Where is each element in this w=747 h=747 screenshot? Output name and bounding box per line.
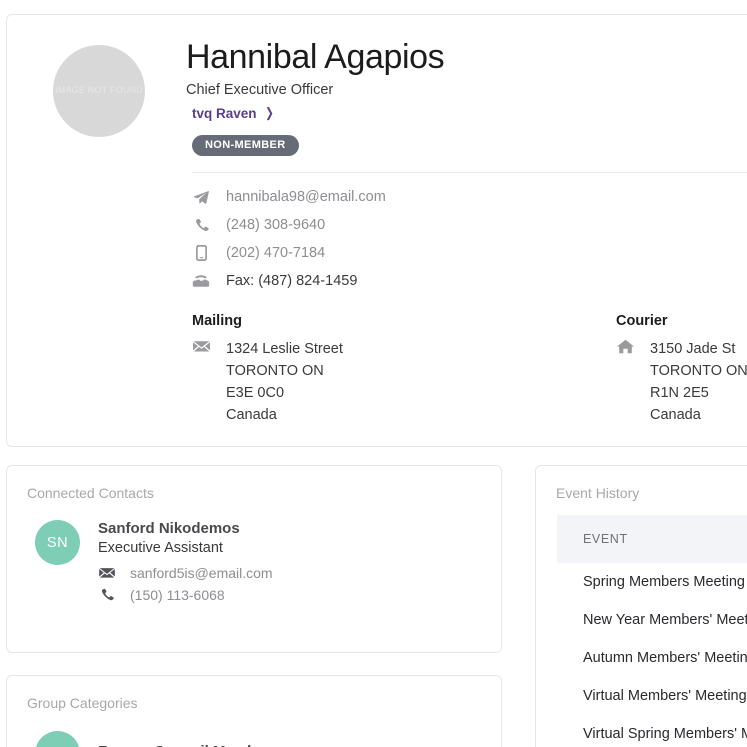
courier-heading: Courier bbox=[616, 312, 668, 329]
envelope-icon bbox=[192, 338, 210, 355]
page-title: Hannibal Agapios bbox=[186, 38, 445, 76]
contact-row-email[interactable]: hannibala98@email.com bbox=[192, 186, 747, 209]
courier-line-1: 3150 Jade St bbox=[650, 340, 736, 357]
lower-panels: Connected Contacts SN Sanford Nikodemos … bbox=[6, 465, 747, 747]
right-column: Event History EVENT Spring Members Meeti… bbox=[535, 465, 747, 747]
address-columns: Mailing 1324 Leslie Street TORONTO ON E3… bbox=[192, 313, 747, 426]
list-item[interactable]: SN Sanford Nikodemos Executive Assistant… bbox=[7, 501, 501, 606]
mailing-line-1: 1324 Leslie Street bbox=[226, 340, 343, 357]
table-row[interactable]: Spring Members Meeting bbox=[557, 563, 747, 601]
mailing-line-4: Canada bbox=[226, 406, 277, 423]
avatar-wrapper: IMAGE NOT FOUND bbox=[31, 33, 145, 137]
mailing-line-2: TORONTO ON bbox=[226, 362, 324, 379]
table-row[interactable]: Virtual Members' Meeting bbox=[557, 677, 747, 715]
mailing-address-lines: 1324 Leslie Street TORONTO ON E3E 0C0 Ca… bbox=[226, 338, 343, 426]
profile-details: Hannibal Agapios Chief Executive Officer… bbox=[145, 33, 747, 426]
profile-page: IMAGE NOT FOUND Hannibal Agapios Chief E… bbox=[0, 0, 747, 747]
contact-person-phone-row[interactable]: (150) 113-6068 bbox=[98, 584, 273, 606]
contact-row-mobile[interactable]: (202) 470-7184 bbox=[192, 242, 747, 265]
event-history-panel: Event History EVENT Spring Members Meeti… bbox=[535, 465, 747, 747]
phone-icon bbox=[192, 217, 210, 234]
group-category-name: Former Council Members bbox=[98, 731, 279, 747]
contact-person-phone: (150) 113-6068 bbox=[130, 587, 225, 603]
paper-plane-icon bbox=[192, 189, 210, 206]
table-row[interactable]: New Year Members' Meeting bbox=[557, 601, 747, 639]
fax-icon bbox=[192, 273, 210, 290]
table-row[interactable]: Virtual Spring Members' Meeting bbox=[557, 715, 747, 747]
group-categories-panel: Group Categories Former Council Members bbox=[6, 675, 502, 747]
mobile-icon bbox=[192, 245, 210, 262]
email-value: hannibala98@email.com bbox=[226, 189, 386, 206]
contact-row-phone[interactable]: (248) 308-9640 bbox=[192, 214, 747, 237]
contact-person-email-row[interactable]: sanford5is@email.com bbox=[98, 562, 273, 584]
contact-person-role: Executive Assistant bbox=[98, 540, 223, 556]
status-badge: NON-MEMBER bbox=[192, 134, 299, 156]
courier-address: Courier 3150 Jade St TORONTO ON R1N 2E5 … bbox=[616, 313, 747, 426]
envelope-icon bbox=[98, 565, 116, 582]
contact-list: hannibala98@email.com (248) 308-9640 (20… bbox=[192, 186, 747, 293]
courier-line-4: Canada bbox=[650, 406, 701, 423]
phone-value: (248) 308-9640 bbox=[226, 217, 326, 234]
list-item[interactable]: Former Council Members bbox=[7, 711, 501, 747]
courier-line-2: TORONTO ON bbox=[650, 362, 747, 379]
contact-person-details: Sanford Nikodemos Executive Assistant sa… bbox=[98, 520, 273, 606]
table-column-header-event: EVENT bbox=[557, 515, 747, 563]
contact-person-name: Sanford Nikodemos bbox=[98, 520, 240, 537]
phone-icon bbox=[98, 587, 116, 604]
event-history-title: Event History bbox=[556, 485, 640, 501]
mailing-address: Mailing 1324 Leslie Street TORONTO ON E3… bbox=[192, 313, 616, 426]
table-row[interactable]: Autumn Members' Meeting bbox=[557, 639, 747, 677]
connected-contacts-panel: Connected Contacts SN Sanford Nikodemos … bbox=[6, 465, 502, 653]
contact-row-fax: Fax: (487) 824-1459 bbox=[192, 270, 747, 293]
avatar-placeholder-text: IMAGE NOT FOUND bbox=[55, 85, 143, 96]
avatar bbox=[35, 731, 80, 747]
chevron-right-icon: ❯ bbox=[264, 105, 274, 121]
mobile-value: (202) 470-7184 bbox=[226, 245, 326, 262]
avatar-initials: SN bbox=[46, 534, 69, 551]
avatar: SN bbox=[35, 520, 80, 565]
organization-link[interactable]: tvq Raven ❯ bbox=[192, 105, 274, 121]
courier-address-lines: 3150 Jade St TORONTO ON R1N 2E5 Canada bbox=[650, 338, 747, 426]
avatar: IMAGE NOT FOUND bbox=[53, 45, 145, 137]
home-icon bbox=[616, 338, 634, 355]
contact-person-email: sanford5is@email.com bbox=[130, 565, 273, 581]
fax-value: Fax: (487) 824-1459 bbox=[226, 273, 358, 290]
event-history-table: EVENT Spring Members Meeting New Year Me… bbox=[536, 515, 747, 747]
job-title: Chief Executive Officer bbox=[186, 81, 334, 98]
profile-card: IMAGE NOT FOUND Hannibal Agapios Chief E… bbox=[6, 14, 747, 447]
group-categories-title: Group Categories bbox=[27, 695, 138, 711]
mailing-heading: Mailing bbox=[192, 312, 242, 329]
divider bbox=[192, 171, 747, 173]
connected-contacts-title: Connected Contacts bbox=[27, 485, 154, 501]
left-column: Connected Contacts SN Sanford Nikodemos … bbox=[6, 465, 502, 747]
organization-label: tvq Raven bbox=[192, 105, 257, 121]
courier-line-3: R1N 2E5 bbox=[650, 384, 709, 401]
mailing-line-3: E3E 0C0 bbox=[226, 384, 285, 401]
